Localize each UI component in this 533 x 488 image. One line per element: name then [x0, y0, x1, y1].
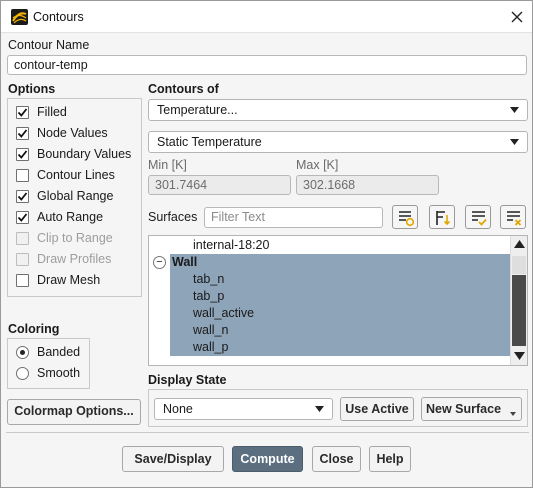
list-group-label: Wall: [172, 255, 198, 269]
checkbox-label: Draw Mesh: [37, 273, 101, 287]
checkbox-label: Node Values: [37, 126, 108, 140]
compute-button[interactable]: Compute: [232, 446, 303, 472]
contour-name-label: Contour Name: [8, 38, 90, 52]
list-item[interactable]: tab_n: [193, 271, 224, 288]
ansys-fluent-icon: [11, 9, 28, 25]
chevron-down-icon: [510, 412, 516, 416]
checkbox-draw-profiles: Draw Profiles: [16, 250, 111, 268]
checkbox-global-range[interactable]: Global Range: [16, 187, 113, 205]
surfaces-filter-input[interactable]: Filter Text: [204, 207, 383, 228]
surfaces-label: Surfaces: [148, 210, 198, 224]
checkbox-label: Contour Lines: [37, 168, 115, 182]
min-value-field: 301.7464: [148, 175, 291, 195]
radio-dot-smooth: [16, 366, 29, 380]
radio-selected-mark: [20, 349, 25, 355]
checkbox-box: [16, 252, 29, 266]
deselect-all-icon: [507, 211, 522, 226]
collapse-toggle-icon[interactable]: −: [153, 256, 166, 269]
title-bar: Contours: [1, 1, 532, 33]
footer-divider: [6, 432, 529, 433]
chevron-down-icon: [510, 107, 519, 113]
radio-banded-label: Banded: [37, 345, 81, 359]
scroll-thumb[interactable]: [512, 275, 526, 346]
list-item[interactable]: wall_active: [193, 305, 254, 322]
radio-dot-banded: [16, 345, 29, 359]
checkbox-label: Auto Range: [37, 210, 104, 224]
surfaces-scrollbar[interactable]: [510, 236, 527, 365]
max-value-field: 302.1668: [296, 175, 439, 195]
checkbox-label: Clip to Range: [37, 231, 113, 245]
contours-dialog: Contours Contour Name contour-temp Optio…: [0, 0, 533, 488]
select-all-tool-button[interactable]: [465, 205, 491, 229]
checkbox-box: [16, 147, 29, 161]
colormap-options-button[interactable]: Colormap Options...: [7, 399, 141, 425]
checkbox-box: [16, 210, 29, 224]
new-surface-icon: [399, 211, 415, 227]
list-item[interactable]: wall_n: [193, 322, 228, 339]
checkbox-auto-range[interactable]: Auto Range: [16, 208, 103, 226]
select-highlighted-tool-button[interactable]: [429, 205, 455, 229]
checkbox-box: [16, 231, 29, 245]
checkbox-box: [16, 126, 29, 140]
surfaces-listbox[interactable]: internal-18:20 − Wall tab_n tab_p wall_act…: [148, 235, 528, 366]
save-display-button[interactable]: Save/Display: [122, 446, 224, 472]
deselect-all-tool-button[interactable]: [500, 205, 526, 229]
close-icon[interactable]: [509, 9, 525, 25]
new-surface-button-label: New Surface: [426, 402, 502, 416]
contours-of-field-value: Temperature...: [157, 103, 238, 117]
display-state-label: Display State: [148, 373, 227, 387]
checkbox-node-values[interactable]: Node Values: [16, 124, 108, 142]
checkmark-icon: [17, 191, 28, 201]
checkbox-filled[interactable]: Filled: [16, 103, 67, 121]
checkbox-box: [16, 273, 29, 287]
contour-name-input[interactable]: contour-temp: [7, 55, 527, 75]
checkbox-label: Filled: [37, 105, 67, 119]
new-surface-tool-button[interactable]: [392, 205, 418, 229]
scroll-down-icon[interactable]: [514, 352, 525, 360]
scroll-up-icon[interactable]: [514, 240, 525, 248]
checkbox-draw-mesh[interactable]: Draw Mesh: [16, 271, 100, 289]
checkmark-icon: [17, 128, 28, 138]
window-title: Contours: [33, 10, 84, 24]
chevron-down-icon: [315, 406, 324, 412]
checkmark-icon: [17, 212, 28, 222]
scroll-track: [512, 256, 526, 274]
select-all-icon: [472, 211, 487, 226]
contours-of-variable-select[interactable]: Static Temperature: [148, 131, 528, 153]
max-label: Max [K]: [296, 158, 339, 172]
list-item[interactable]: wall_p: [193, 339, 228, 356]
radio-smooth[interactable]: Smooth: [16, 364, 80, 382]
surfaces-filter-placeholder: Filter Text: [211, 210, 265, 224]
list-group-wall[interactable]: − Wall: [153, 254, 273, 271]
select-highlighted-icon: [436, 211, 451, 226]
radio-smooth-label: Smooth: [37, 366, 81, 380]
checkbox-label: Boundary Values: [37, 147, 132, 161]
min-label: Min [K]: [148, 158, 187, 172]
checkbox-boundary-values[interactable]: Boundary Values: [16, 145, 131, 163]
close-button[interactable]: Close: [312, 446, 361, 472]
list-item[interactable]: tab_p: [193, 288, 224, 305]
display-state-select[interactable]: None: [154, 398, 333, 420]
contours-of-variable-value: Static Temperature: [157, 135, 262, 149]
checkbox-box: [16, 189, 29, 203]
checkbox-clip-to-range: Clip to Range: [16, 229, 113, 247]
contours-of-label: Contours of: [148, 82, 219, 96]
coloring-label: Coloring: [8, 322, 60, 336]
new-surface-button[interactable]: New Surface: [421, 397, 522, 421]
list-item[interactable]: internal-18:20: [193, 237, 269, 254]
checkmark-icon: [17, 149, 28, 159]
radio-banded[interactable]: Banded: [16, 343, 80, 361]
chevron-down-icon: [510, 139, 519, 145]
checkbox-label: Draw Profiles: [37, 252, 112, 266]
checkbox-box: [16, 105, 29, 119]
contours-of-field-select[interactable]: Temperature...: [148, 99, 528, 121]
checkbox-contour-lines[interactable]: Contour Lines: [16, 166, 115, 184]
checkmark-icon: [17, 107, 28, 117]
help-button[interactable]: Help: [369, 446, 411, 472]
checkbox-label: Global Range: [37, 189, 114, 203]
options-label: Options: [8, 82, 56, 96]
display-state-value: None: [163, 402, 193, 416]
use-active-button[interactable]: Use Active: [340, 397, 414, 421]
checkbox-box: [16, 168, 29, 182]
